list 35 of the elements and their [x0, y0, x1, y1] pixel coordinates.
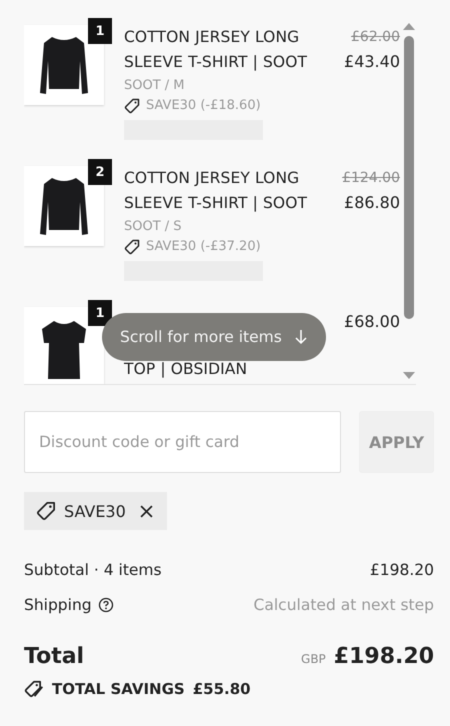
tag-icon — [124, 239, 140, 255]
discount-text: SAVE30 (-£18.60) — [146, 97, 261, 115]
discount-text: SAVE30 (-£37.20) — [146, 238, 261, 256]
savings-label: TOTAL SAVINGS — [52, 680, 185, 698]
product-variant: SOOT / S — [124, 218, 183, 236]
currency-code: GBP — [301, 652, 326, 666]
subtotal-value: £198.20 — [370, 560, 434, 578]
price: £68.00 — [344, 311, 400, 333]
tags-icon — [24, 680, 44, 698]
help-icon[interactable] — [98, 596, 114, 612]
scroll-down-icon[interactable] — [403, 372, 415, 380]
quantity-badge: 2 — [88, 159, 112, 185]
product-title: TOP | OBSIDIAN — [124, 359, 248, 380]
total-value: £198.20 — [334, 644, 434, 668]
price: £86.80 — [344, 192, 400, 214]
total-label: Total — [24, 644, 84, 668]
scroll-up-icon[interactable] — [403, 22, 415, 30]
tag-icon — [36, 501, 56, 521]
original-price: £124.00 — [342, 169, 400, 188]
discount-code-field[interactable]: Discount code or gift card — [24, 411, 341, 473]
quantity-badge: 1 — [88, 18, 112, 44]
product-variant: SOOT / M — [124, 77, 186, 95]
price: £43.40 — [344, 51, 400, 73]
product-title: COTTON JERSEY LONG SLEEVE T-SHIRT | SOOT — [124, 27, 308, 73]
tag-icon — [124, 98, 140, 114]
shipping-label: Shipping — [24, 596, 92, 614]
code-text: SAVE30 — [64, 502, 126, 520]
arrow-down-icon — [294, 329, 308, 345]
close-icon[interactable] — [140, 504, 153, 518]
product-title: COTTON JERSEY LONG SLEEVE T-SHIRT | SOOT — [124, 168, 308, 214]
quantity-badge: 1 — [88, 300, 112, 326]
shipping-value: Calculated at next step — [254, 596, 434, 614]
original-price: £62.00 — [351, 28, 400, 47]
subtotal-label: Subtotal · 4 items — [24, 560, 162, 578]
savings-value: £55.80 — [192, 680, 251, 698]
